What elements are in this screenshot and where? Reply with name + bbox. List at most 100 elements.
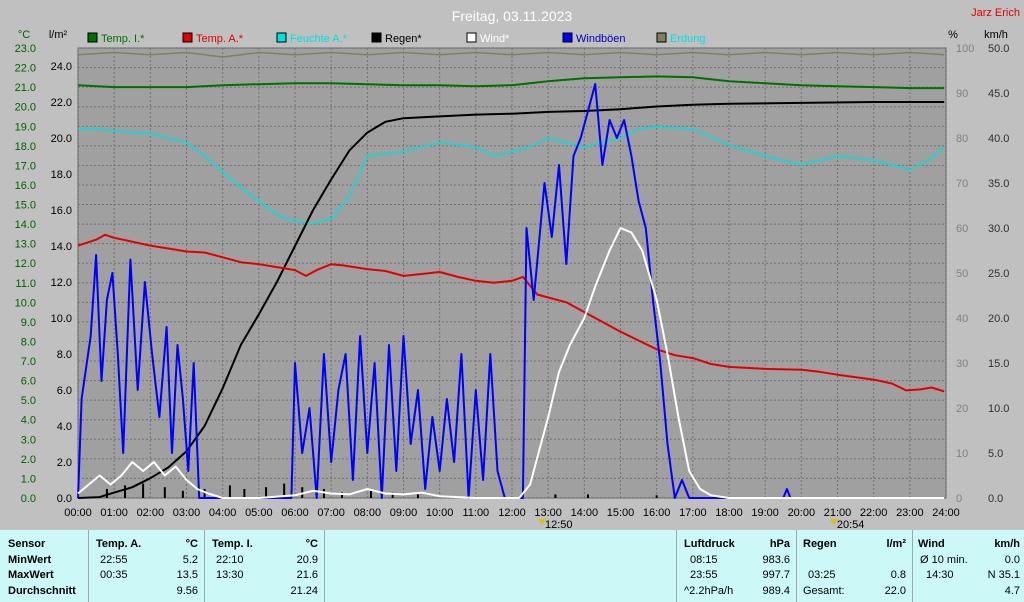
y-tick-temp: 13.0 — [15, 239, 36, 251]
legend-label: Temp. I.* — [101, 33, 145, 45]
temp-i-header: Temp. I. — [212, 538, 253, 550]
y-tick-wind: 0.0 — [988, 493, 1003, 505]
pressure-max-value: 997.7 — [762, 569, 790, 581]
y-tick-wind: 25.0 — [988, 268, 1009, 280]
y-tick-temp: 8.0 — [21, 336, 36, 348]
y-tick-rain: 0.0 — [57, 493, 72, 505]
wind-max-value: N 35.1 — [987, 569, 1020, 581]
y-tick-humidity: 40 — [956, 313, 968, 325]
x-tick-label: 23:00 — [896, 507, 924, 519]
legend-label: Wind* — [480, 33, 510, 45]
legend-swatch — [466, 32, 477, 43]
rain-bar — [265, 487, 268, 498]
rain-bar — [655, 495, 658, 498]
y-tick-wind: 45.0 — [988, 88, 1009, 100]
y-tick-humidity: 30 — [956, 358, 968, 370]
y-tick-wind: 40.0 — [988, 133, 1009, 145]
y-tick-temp: 21.0 — [15, 82, 36, 94]
x-tick-label: 16:00 — [643, 507, 671, 519]
rain-unit: l/m² — [886, 538, 906, 550]
rain-bar — [105, 489, 108, 498]
legend-label: Feuchte A.* — [290, 33, 348, 45]
temp-i-unit: °C — [305, 538, 318, 550]
x-tick-label: 02:00 — [137, 507, 165, 519]
y-tick-temp: 15.0 — [15, 200, 36, 212]
y-tick-temp: 6.0 — [21, 376, 36, 388]
y-tick-temp: 12.0 — [15, 258, 36, 270]
x-tick-label: 24:00 — [932, 507, 960, 519]
y-tick-temp: 14.0 — [15, 219, 36, 231]
x-tick-label: 13:00 — [534, 507, 562, 519]
rain-bar — [416, 494, 419, 498]
wind-avg-value: 4.7 — [1004, 585, 1020, 597]
rain-bar — [181, 490, 184, 498]
wind-header: Wind — [918, 538, 945, 550]
wind-max-time: 14:30 — [926, 569, 954, 581]
x-tick-label: 21:00 — [824, 507, 852, 519]
y-tick-temp: 2.0 — [21, 454, 36, 466]
chart-title: Freitag, 03.11.2023 — [452, 8, 573, 24]
y-tick-temp: 3.0 — [21, 434, 36, 446]
pressure-avg-value: 989.4 — [762, 585, 790, 597]
legend-label: Temp. A.* — [196, 33, 244, 45]
weather-chart: Freitag, 03.11.2023 Jarz Erich °C l/m² %… — [0, 0, 1024, 530]
legend-swatch — [276, 32, 287, 43]
brand-label: Jarz Erich — [971, 7, 1020, 19]
temp-a-min-time: 22:55 — [100, 554, 128, 566]
x-tick-label: 19:00 — [751, 507, 779, 519]
x-tick-label: 15:00 — [607, 507, 635, 519]
y-tick-humidity: 60 — [956, 223, 968, 235]
temp-i-max-time: 13:30 — [216, 569, 244, 581]
x-tick-label: 07:00 — [317, 507, 345, 519]
y-tick-rain: 2.0 — [57, 457, 72, 469]
y-tick-rain: 20.0 — [51, 133, 72, 145]
y-tick-humidity: 70 — [956, 178, 968, 190]
pressure-unit: hPa — [769, 538, 790, 550]
pressure-min-value: 983.6 — [762, 554, 790, 566]
x-tick-label: 12:00 — [498, 507, 526, 519]
y-tick-temp: 4.0 — [21, 415, 36, 427]
y-tick-wind: 20.0 — [988, 313, 1009, 325]
y-tick-temp: 23.0 — [15, 43, 36, 55]
rain-bar — [203, 489, 206, 498]
x-tick-label: 22:00 — [860, 507, 888, 519]
y-tick-temp: 10.0 — [15, 297, 36, 309]
rain-header: Regen — [803, 538, 837, 550]
sensor-row-min: MinWert — [8, 554, 52, 566]
y-tick-humidity: 50 — [956, 268, 968, 280]
legend-swatch — [562, 32, 573, 43]
y-tick-rain: 4.0 — [57, 421, 72, 433]
legend-swatch — [87, 32, 98, 43]
temp-a-unit: °C — [185, 538, 198, 550]
y-tick-temp: 20.0 — [15, 102, 36, 114]
temp-a-header: Temp. A. — [96, 538, 142, 550]
wind-unit: km/h — [994, 538, 1020, 550]
wind-avg10-value: 0.0 — [1004, 554, 1020, 566]
rain-bar — [243, 489, 246, 498]
sensor-row-max: MaxWert — [8, 569, 54, 581]
pressure-header: Luftdruck — [684, 538, 735, 550]
temp-a-max-time: 00:35 — [100, 569, 128, 581]
x-tick-label: 09:00 — [390, 507, 418, 519]
rain-bar — [228, 485, 231, 498]
temp-i-max-value: 21.6 — [296, 569, 318, 581]
pressure-max-time: 23:55 — [690, 569, 718, 581]
legend-label: Windböen — [576, 33, 626, 45]
legend-label: Erdung — [670, 33, 705, 45]
y-tick-wind: 5.0 — [988, 448, 1003, 460]
rain-bar — [554, 494, 557, 498]
y-tick-temp: 5.0 — [21, 395, 36, 407]
y-tick-humidity: 80 — [956, 133, 968, 145]
rain-total-value: 22.0 — [884, 585, 906, 597]
y-tick-humidity: 0 — [956, 493, 962, 505]
stats-panel: Sensor MinWert MaxWert Durchschnitt Temp… — [0, 530, 1024, 602]
x-tick-label: 01:00 — [100, 507, 128, 519]
y-tick-rain: 12.0 — [51, 277, 72, 289]
x-tick-label: 08:00 — [354, 507, 382, 519]
temp-i-min-time: 22:10 — [216, 554, 244, 566]
y-tick-humidity: 20 — [956, 403, 968, 415]
unit-wind: km/h — [984, 29, 1008, 41]
y-tick-temp: 17.0 — [15, 160, 36, 172]
unit-temp: °C — [18, 29, 30, 41]
y-tick-temp: 11.0 — [15, 278, 36, 290]
